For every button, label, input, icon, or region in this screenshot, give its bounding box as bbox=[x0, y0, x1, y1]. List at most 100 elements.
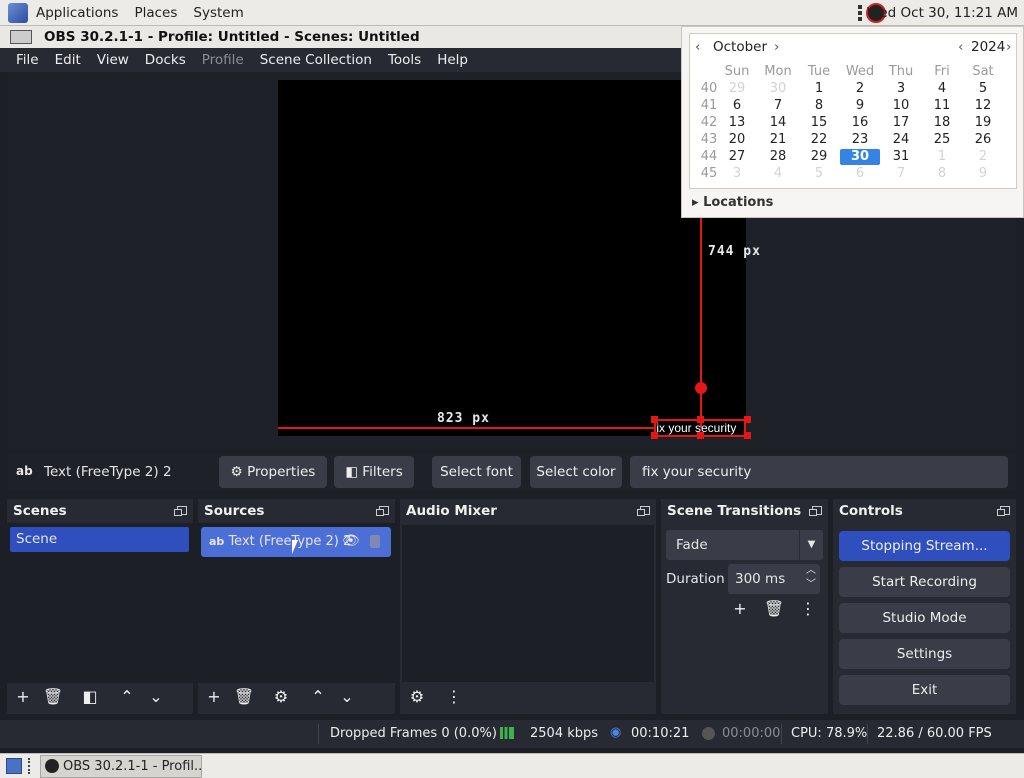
calendar-day[interactable]: 29 bbox=[722, 81, 752, 96]
transition-select[interactable]: Fade ▼ bbox=[666, 530, 823, 560]
calendar-day[interactable]: 18 bbox=[927, 115, 957, 130]
settings-button[interactable]: Settings bbox=[839, 639, 1010, 669]
calendar-day[interactable]: 11 bbox=[927, 98, 957, 113]
calendar-day[interactable]: 27 bbox=[722, 149, 752, 164]
calendar-day[interactable]: 30 bbox=[840, 149, 880, 165]
duration-spinbox[interactable]: 300 ms ︿ ﹀ bbox=[728, 564, 820, 594]
calendar-day[interactable]: 26 bbox=[968, 132, 998, 147]
prev-year-icon[interactable]: ‹ bbox=[958, 39, 963, 55]
calendar-day[interactable]: 23 bbox=[845, 132, 875, 147]
calendar-day[interactable]: 19 bbox=[968, 115, 998, 130]
calendar-day[interactable]: 30 bbox=[763, 81, 793, 96]
advanced-audio-icon[interactable]: ⚙ bbox=[404, 686, 430, 708]
undock-icon[interactable] bbox=[376, 506, 389, 516]
calendar-day[interactable]: 12 bbox=[968, 98, 998, 113]
undock-icon[interactable] bbox=[997, 506, 1010, 516]
calendar-day[interactable]: 9 bbox=[968, 166, 998, 181]
next-month-icon[interactable]: › bbox=[774, 39, 779, 55]
calendar-day[interactable]: 14 bbox=[763, 115, 793, 130]
delete-source-icon[interactable]: 🗑 bbox=[231, 686, 257, 708]
audio-menu-icon[interactable]: ⋮ bbox=[441, 686, 467, 708]
prev-month-icon[interactable]: ‹ bbox=[695, 39, 700, 55]
rotation-handle[interactable] bbox=[695, 382, 707, 394]
resize-handle-bottom[interactable] bbox=[697, 432, 704, 439]
undock-icon[interactable] bbox=[809, 506, 822, 516]
visibility-eye-icon[interactable]: 👁 bbox=[342, 533, 360, 551]
calendar-day[interactable]: 5 bbox=[968, 81, 998, 96]
system-menu[interactable]: System bbox=[185, 0, 251, 26]
places-menu[interactable]: Places bbox=[126, 0, 185, 26]
taskbar-obs-window[interactable]: OBS 30.2.1-1 - Profil... bbox=[40, 755, 202, 778]
calendar-day[interactable]: 8 bbox=[927, 166, 957, 181]
next-year-icon[interactable]: › bbox=[1006, 39, 1011, 55]
scene-filters-icon[interactable]: ◧ bbox=[77, 686, 103, 708]
calendar-day[interactable]: 28 bbox=[763, 149, 793, 164]
stop-stream-button[interactable]: Stopping Stream... bbox=[839, 531, 1010, 561]
menu-docks[interactable]: Docks bbox=[137, 52, 194, 68]
start-recording-button[interactable]: Start Recording bbox=[839, 567, 1010, 597]
resize-handle-tl[interactable] bbox=[651, 416, 658, 423]
text-value-field[interactable]: fix your security bbox=[630, 456, 1008, 488]
calendar-day[interactable]: 3 bbox=[886, 81, 916, 96]
calendar-day[interactable]: 6 bbox=[722, 98, 752, 113]
stepper-icon[interactable]: ︿ ﹀ bbox=[806, 564, 816, 592]
calendar-day[interactable]: 7 bbox=[763, 98, 793, 113]
calendar-day[interactable]: 17 bbox=[886, 115, 916, 130]
show-desktop-icon[interactable] bbox=[6, 758, 22, 774]
calendar-day[interactable]: 9 bbox=[845, 98, 875, 113]
calendar-day[interactable]: 4 bbox=[927, 81, 957, 96]
menu-view[interactable]: View bbox=[89, 52, 137, 68]
resize-handle-br[interactable] bbox=[744, 432, 751, 439]
calendar-day[interactable]: 24 bbox=[886, 132, 916, 147]
resize-handle-bl[interactable] bbox=[651, 432, 658, 439]
calendar-day[interactable]: 15 bbox=[804, 115, 834, 130]
calendar-day[interactable]: 3 bbox=[722, 166, 752, 181]
menu-scene-collection[interactable]: Scene Collection bbox=[252, 52, 380, 68]
add-source-icon[interactable]: + bbox=[201, 686, 227, 708]
resize-handle-top[interactable] bbox=[697, 416, 704, 423]
panel-clock[interactable]: Wed Oct 30, 11:21 AM bbox=[867, 0, 1018, 26]
move-up-icon[interactable]: ⌃ bbox=[305, 686, 331, 708]
menu-file[interactable]: File bbox=[8, 52, 47, 68]
calendar-day[interactable]: 2 bbox=[968, 149, 998, 164]
add-transition-icon[interactable]: + bbox=[727, 598, 753, 620]
delete-scene-icon[interactable]: 🗑 bbox=[40, 686, 66, 708]
locations-expander[interactable]: ▸ Locations bbox=[692, 195, 773, 210]
properties-button[interactable]: ⚙ Properties bbox=[219, 456, 327, 488]
select-font-button[interactable]: Select font bbox=[432, 456, 521, 488]
calendar-day[interactable]: 21 bbox=[763, 132, 793, 147]
menu-tools[interactable]: Tools bbox=[380, 52, 429, 68]
undock-icon[interactable] bbox=[174, 506, 187, 516]
add-scene-icon[interactable]: + bbox=[10, 686, 36, 708]
calendar-day[interactable]: 22 bbox=[804, 132, 834, 147]
move-down-icon[interactable]: ⌄ bbox=[143, 686, 169, 708]
preview-canvas[interactable] bbox=[278, 80, 746, 436]
calendar-day[interactable]: 13 bbox=[722, 115, 752, 130]
calendar-day[interactable]: 7 bbox=[886, 166, 916, 181]
undock-icon[interactable] bbox=[637, 506, 650, 516]
calendar-day[interactable]: 25 bbox=[927, 132, 957, 147]
resize-handle-tr[interactable] bbox=[744, 416, 751, 423]
calendar-day[interactable]: 1 bbox=[804, 81, 834, 96]
scene-item[interactable]: Scene bbox=[10, 527, 189, 552]
menu-help[interactable]: Help bbox=[429, 52, 476, 68]
filters-button[interactable]: ◧ Filters bbox=[334, 456, 414, 488]
delete-transition-icon[interactable]: 🗑 bbox=[761, 598, 787, 620]
calendar-day[interactable]: 10 bbox=[886, 98, 916, 113]
select-color-button[interactable]: Select color bbox=[530, 456, 622, 488]
calendar-day[interactable]: 4 bbox=[763, 166, 793, 181]
applications-logo-icon[interactable] bbox=[8, 2, 28, 23]
lock-icon[interactable] bbox=[370, 535, 380, 548]
move-down-icon[interactable]: ⌄ bbox=[334, 686, 360, 708]
calendar-day[interactable]: 1 bbox=[927, 149, 957, 164]
move-up-icon[interactable]: ⌃ bbox=[114, 686, 140, 708]
calendar-day[interactable]: 31 bbox=[886, 149, 916, 164]
calendar-day[interactable]: 2 bbox=[845, 81, 875, 96]
menu-edit[interactable]: Edit bbox=[47, 52, 89, 68]
calendar-day[interactable]: 8 bbox=[804, 98, 834, 113]
calendar-day[interactable]: 5 bbox=[804, 166, 834, 181]
calendar-day[interactable]: 6 bbox=[845, 166, 875, 181]
transition-menu-icon[interactable]: ⋮ bbox=[795, 598, 821, 620]
calendar-day[interactable]: 29 bbox=[804, 149, 834, 164]
source-properties-icon[interactable]: ⚙ bbox=[268, 686, 294, 708]
